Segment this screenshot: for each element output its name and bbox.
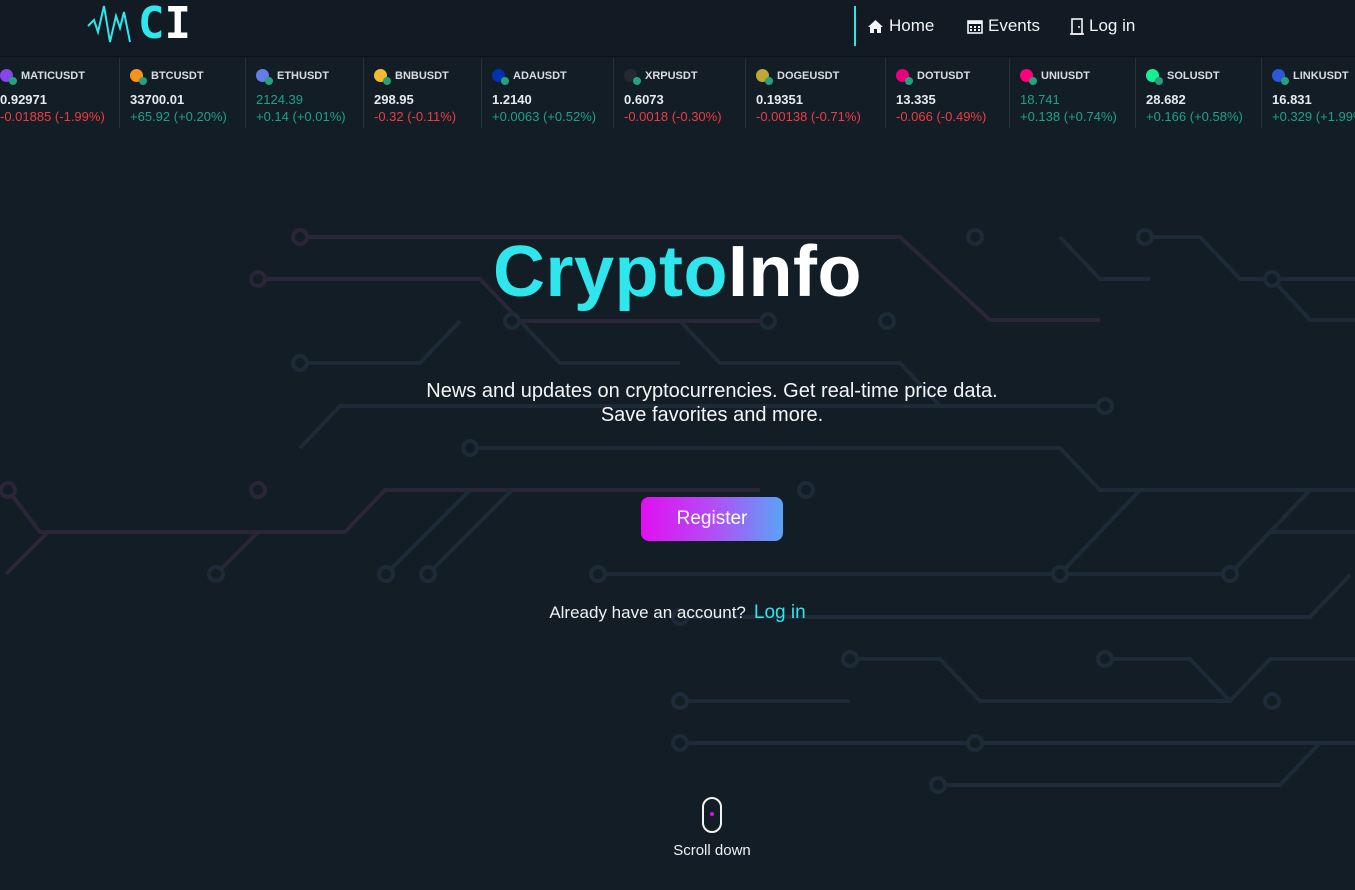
ticker-price: 33700.01: [130, 92, 185, 107]
home-icon: [868, 19, 883, 33]
ticker-item[interactable]: MATICUSDT 0.92971 -0.01885 (-1.99%): [0, 58, 120, 128]
coin-icon: [1020, 69, 1037, 85]
ticker-item[interactable]: UNIUSDT 18.741 +0.138 (+0.74%): [1010, 58, 1136, 128]
nav-login[interactable]: Log in: [1070, 14, 1135, 38]
ticker-change: +0.14 (+0.01%): [256, 109, 346, 124]
ticker-symbol-row: ETHUSDT: [256, 69, 329, 85]
ticker-symbol: DOTUSDT: [917, 69, 971, 82]
scroll-mouse-icon[interactable]: [702, 797, 722, 833]
ticker-symbol-row: DOGEUSDT: [756, 69, 840, 85]
coin-icon: [624, 69, 641, 85]
coin-icon: [1146, 69, 1163, 85]
ticker-change: +0.0063 (+0.52%): [492, 109, 597, 124]
ticker-symbol: BTCUSDT: [151, 69, 204, 82]
ticker-change: +65.92 (+0.20%): [130, 109, 227, 124]
ticker-price: 0.19351: [756, 92, 803, 107]
ticker-price: 18.741: [1020, 92, 1060, 107]
coin-icon: [756, 69, 773, 85]
ticker-symbol-row: DOTUSDT: [896, 69, 971, 85]
ticker-price: 28.682: [1146, 92, 1186, 107]
price-ticker: MATICUSDT 0.92971 -0.01885 (-1.99%) BTCUSDT…: [0, 58, 1355, 132]
register-button[interactable]: Register: [641, 497, 783, 541]
ticker-symbol: LINKUSDT: [1293, 69, 1349, 82]
nav-home-label: Home: [889, 16, 935, 35]
ticker-item[interactable]: ETHUSDT 2124.39 +0.14 (+0.01%): [246, 58, 364, 128]
ticker-item[interactable]: SOLUSDT 28.682 +0.166 (+0.58%): [1136, 58, 1262, 128]
ticker-item[interactable]: DOGEUSDT 0.19351 -0.00138 (-0.71%): [746, 58, 886, 128]
logo-text: CI: [138, 0, 191, 48]
account-question: Already have an account?: [549, 603, 746, 622]
top-navbar: CI Home Events Log in: [0, 0, 1355, 57]
ticker-price: 16.831: [1272, 92, 1312, 107]
nav-events-label: Events: [988, 16, 1040, 35]
ticker-change: -0.066 (-0.49%): [896, 109, 987, 124]
ticker-symbol: DOGEUSDT: [777, 69, 840, 82]
hero-title-info: Info: [728, 232, 862, 312]
ticker-price: 0.92971: [0, 92, 47, 107]
ticker-price: 298.95: [374, 92, 414, 107]
coin-icon: [374, 69, 391, 85]
ticker-change: +0.329 (+1.99%): [1272, 109, 1355, 124]
ticker-symbol: ADAUSDT: [513, 69, 567, 82]
ticker-symbol-row: BNBUSDT: [374, 69, 449, 85]
nav-events[interactable]: Events: [967, 14, 1040, 38]
site-logo[interactable]: CI: [86, 0, 202, 48]
ticker-symbol-row: ADAUSDT: [492, 69, 567, 85]
nav-divider: [854, 6, 856, 46]
nav-home[interactable]: Home: [867, 14, 934, 38]
logo-letter-i: I: [164, 0, 192, 49]
ticker-price: 1.2140: [492, 92, 532, 107]
ticker-change: -0.00138 (-0.71%): [756, 109, 861, 124]
ticker-change: +0.166 (+0.58%): [1146, 109, 1243, 124]
ticker-item[interactable]: ADAUSDT 1.2140 +0.0063 (+0.52%): [482, 58, 614, 128]
ticker-item[interactable]: BTCUSDT 33700.01 +65.92 (+0.20%): [120, 58, 246, 128]
pulse-icon: [87, 5, 131, 43]
account-prompt: Already have an account? Log in: [0, 602, 1355, 624]
scroll-dot: [710, 812, 714, 816]
ticker-price: 2124.39: [256, 92, 303, 107]
coin-icon: [130, 69, 147, 85]
coin-icon: [256, 69, 273, 85]
logo-letter-c: C: [138, 0, 165, 49]
coin-icon: [492, 69, 509, 85]
ticker-item[interactable]: XRPUSDT 0.6073 -0.0018 (-0.30%): [614, 58, 746, 128]
ticker-item[interactable]: LINKUSDT 16.831 +0.329 (+1.99%): [1262, 58, 1355, 128]
ticker-symbol: BNBUSDT: [395, 69, 449, 82]
ticker-change: -0.01885 (-1.99%): [0, 109, 105, 124]
ticker-price: 13.335: [896, 92, 936, 107]
nav-login-label: Log in: [1089, 16, 1136, 35]
ticker-symbol: UNIUSDT: [1041, 69, 1090, 82]
ticker-change: +0.138 (+0.74%): [1020, 109, 1117, 124]
coin-icon: [0, 69, 17, 85]
coin-icon: [1272, 69, 1289, 85]
ticker-item[interactable]: DOTUSDT 13.335 -0.066 (-0.49%): [886, 58, 1010, 128]
ticker-change: -0.0018 (-0.30%): [624, 109, 722, 124]
hero-title-crypto: Crypto: [493, 232, 729, 312]
ticker-symbol-row: MATICUSDT: [0, 69, 85, 85]
ticker-symbol-row: BTCUSDT: [130, 69, 204, 85]
ticker-change: -0.32 (-0.11%): [374, 109, 457, 124]
ticker-symbol: MATICUSDT: [21, 69, 85, 82]
ticker-item[interactable]: BNBUSDT 298.95 -0.32 (-0.11%): [364, 58, 482, 128]
ticker-symbol: SOLUSDT: [1167, 69, 1220, 82]
hero-subtitle: News and updates on cryptocurrencies. Ge…: [426, 380, 998, 426]
hero-title: CryptoInfo: [0, 226, 1355, 318]
coin-icon: [896, 69, 913, 85]
calendar-icon: [967, 19, 983, 34]
hero-login-link[interactable]: Log in: [754, 602, 806, 623]
door-icon: [1070, 17, 1084, 35]
ticker-price: 0.6073: [624, 92, 664, 107]
ticker-symbol-row: UNIUSDT: [1020, 69, 1090, 85]
ticker-symbol-row: LINKUSDT: [1272, 69, 1349, 85]
ticker-symbol: XRPUSDT: [645, 69, 698, 82]
ticker-symbol-row: XRPUSDT: [624, 69, 698, 85]
scroll-down-label: Scroll down: [673, 842, 751, 859]
ticker-symbol: ETHUSDT: [277, 69, 329, 82]
ticker-symbol-row: SOLUSDT: [1146, 69, 1220, 85]
